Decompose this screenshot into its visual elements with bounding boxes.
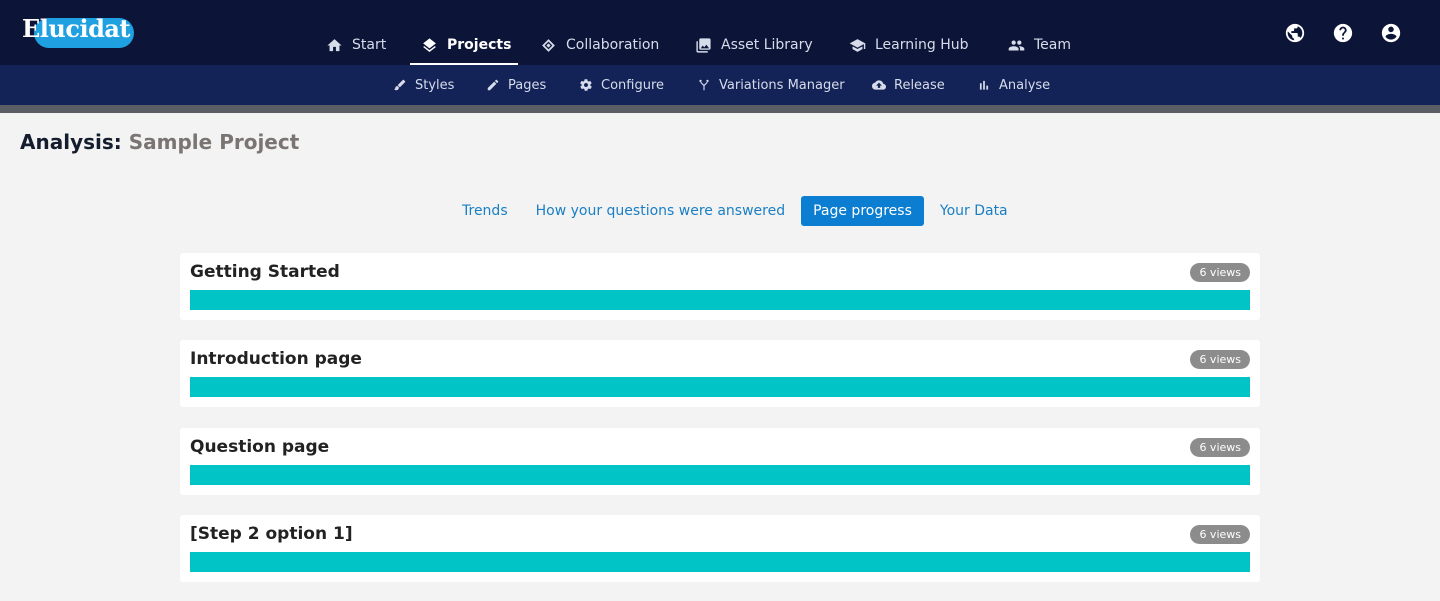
nav-collaboration-label: Collaboration (566, 37, 660, 53)
page-title: Analysis: Sample Project (20, 130, 299, 154)
nav-asset-library-label: Asset Library (721, 37, 813, 53)
tab-trends[interactable]: Trends (450, 196, 520, 226)
pencil-icon (487, 79, 499, 91)
page-progress-card: Question page 6 views (180, 428, 1260, 495)
cloud-upload-icon (872, 80, 886, 90)
project-sub-navigation: Styles Pages Configure Variations Manage… (0, 65, 1440, 105)
subnav-variations-manager-label: Variations Manager (719, 77, 845, 93)
progress-fill (190, 290, 1250, 310)
tab-page-progress[interactable]: Page progress (801, 196, 924, 226)
subnav-styles-label: Styles (415, 77, 455, 93)
bar-chart-icon (979, 80, 989, 90)
subnav-release-label: Release (894, 77, 945, 93)
layers-icon (423, 38, 436, 52)
nav-start[interactable]: Start (326, 28, 386, 65)
tab-your-data[interactable]: Your Data (928, 196, 1020, 226)
nav-team[interactable]: Team (1008, 28, 1071, 65)
page-progress-card: Introduction page 6 views (180, 340, 1260, 407)
nav-team-label: Team (1034, 37, 1072, 53)
nav-projects-label: Projects (447, 37, 512, 53)
brush-icon (394, 79, 406, 91)
page-progress-title: Introduction page (190, 349, 362, 369)
subnav-styles[interactable]: Styles (393, 65, 454, 105)
subnav-analyse-label: Analyse (999, 77, 1051, 93)
subnav-configure[interactable]: Configure (579, 65, 664, 105)
nav-projects[interactable]: Projects (409, 28, 519, 65)
home-icon (327, 39, 342, 52)
main-navigation: Start Projects Collaboration Asset Libra… (0, 28, 1440, 65)
graduation-cap-icon (849, 39, 866, 52)
help-icon[interactable] (1332, 22, 1354, 44)
globe-icon[interactable] (1284, 22, 1306, 44)
page-progress-title: Getting Started (190, 262, 340, 282)
subnav-pages-label: Pages (508, 77, 547, 93)
page-title-prefix: Analysis: (20, 130, 122, 154)
views-badge: 6 views (1190, 525, 1250, 544)
project-name: Sample Project (128, 130, 300, 154)
subnav-variations-manager[interactable]: Variations Manager (697, 65, 845, 105)
page-progress-title: Question page (190, 437, 330, 457)
nav-start-label: Start (352, 37, 387, 53)
top-navigation-bar: Elucidat Start Projects Collaboration As… (0, 0, 1440, 65)
subnav-release[interactable]: Release (872, 65, 945, 105)
progress-fill (190, 465, 1250, 485)
progress-track (190, 377, 1250, 397)
nav-collaboration[interactable]: Collaboration (540, 28, 659, 65)
tab-question-answers[interactable]: How your questions were answered (524, 196, 797, 226)
nav-learning-hub[interactable]: Learning Hub (849, 28, 969, 65)
views-badge: 6 views (1190, 350, 1250, 369)
collaboration-icon (542, 39, 555, 52)
team-icon (1008, 40, 1025, 51)
page-progress-card: [Step 2 option 1] 6 views (180, 515, 1260, 582)
nav-learning-hub-label: Learning Hub (875, 37, 969, 53)
fork-icon (699, 79, 709, 91)
subnav-configure-label: Configure (601, 77, 665, 93)
utility-icons (1284, 22, 1402, 44)
subnav-analyse[interactable]: Analyse (977, 65, 1050, 105)
subnav-pages[interactable]: Pages (486, 65, 546, 105)
analysis-tabs: Trends How your questions were answered … (450, 196, 1020, 226)
progress-track (190, 290, 1250, 310)
header-divider (0, 105, 1440, 113)
progress-fill (190, 377, 1250, 397)
account-icon[interactable] (1380, 22, 1402, 44)
nav-asset-library[interactable]: Asset Library (695, 28, 813, 65)
page-progress-card: Getting Started 6 views (180, 253, 1260, 320)
progress-track (190, 552, 1250, 572)
page-progress-title: [Step 2 option 1] (190, 524, 353, 544)
gear-icon (580, 79, 592, 91)
views-badge: 6 views (1190, 263, 1250, 282)
progress-fill (190, 552, 1250, 572)
progress-track (190, 465, 1250, 485)
images-icon (696, 38, 711, 53)
views-badge: 6 views (1190, 438, 1250, 457)
